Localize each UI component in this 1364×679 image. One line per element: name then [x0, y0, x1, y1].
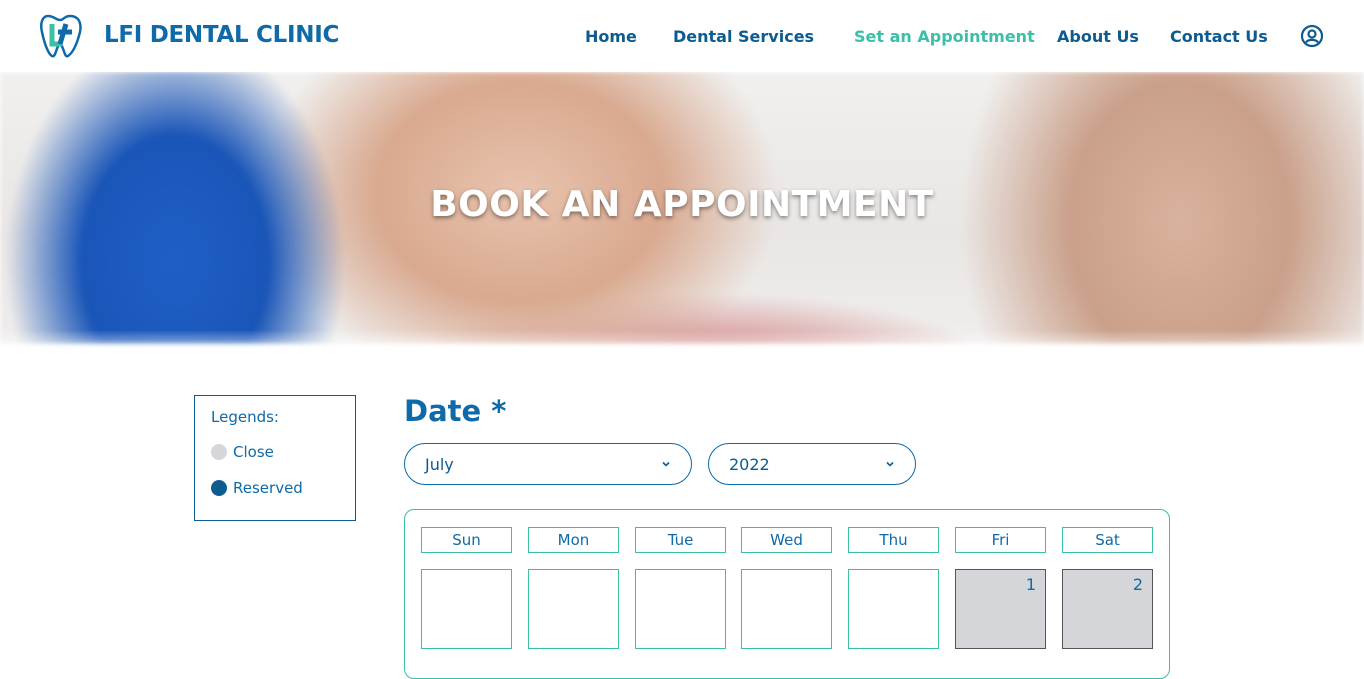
weekday-thu: Thu — [848, 527, 939, 553]
calendar-day-cell[interactable] — [528, 569, 619, 649]
legend-item-close: Close — [211, 443, 274, 461]
calendar-day-cell[interactable] — [635, 569, 726, 649]
weekday-sun: Sun — [421, 527, 512, 553]
close-dot-icon — [211, 444, 227, 460]
month-select-value: July — [425, 455, 454, 474]
calendar-day-cell[interactable] — [848, 569, 939, 649]
nav-about-us[interactable]: About Us — [1057, 27, 1139, 46]
calendar-day-2-closed[interactable]: 2 — [1062, 569, 1153, 649]
legend-label-reserved: Reserved — [233, 479, 303, 497]
chevron-down-icon — [886, 461, 894, 467]
nav-set-appointment[interactable]: Set an Appointment — [854, 27, 1035, 46]
legend-box: Legends: Close Reserved — [194, 395, 356, 521]
month-select[interactable]: July — [404, 443, 692, 485]
calendar-day-cell[interactable] — [421, 569, 512, 649]
page-title: BOOK AN APPOINTMENT — [430, 184, 934, 225]
chevron-down-icon — [662, 461, 670, 467]
weekday-fri: Fri — [955, 527, 1046, 553]
nav-dental-services[interactable]: Dental Services — [673, 27, 814, 46]
legend-item-reserved: Reserved — [211, 479, 303, 497]
date-label: Date * — [404, 394, 507, 428]
calendar-day-1-closed[interactable]: 1 — [955, 569, 1046, 649]
user-account-icon[interactable] — [1300, 24, 1324, 48]
nav-contact-us[interactable]: Contact Us — [1170, 27, 1268, 46]
year-select[interactable]: 2022 — [708, 443, 916, 485]
calendar-grid: Sun Mon Tue Wed Thu Fri Sat 1 2 — [404, 509, 1170, 679]
weekday-tue: Tue — [635, 527, 726, 553]
tooth-logo-icon[interactable] — [38, 10, 90, 62]
calendar-day-cell[interactable] — [741, 569, 832, 649]
weekday-wed: Wed — [741, 527, 832, 553]
brand-name[interactable]: LFI DENTAL CLINIC — [104, 22, 339, 48]
year-select-value: 2022 — [729, 455, 770, 474]
legend-title: Legends: — [211, 408, 279, 426]
reserved-dot-icon — [211, 480, 227, 496]
weekday-sat: Sat — [1062, 527, 1153, 553]
nav-home[interactable]: Home — [585, 27, 637, 46]
weekday-mon: Mon — [528, 527, 619, 553]
legend-label-close: Close — [233, 443, 274, 461]
hero-fade — [0, 330, 1364, 360]
site-header: LFI DENTAL CLINIC Home Dental Services S… — [0, 0, 1364, 72]
day-number: 1 — [1025, 575, 1036, 594]
day-number: 2 — [1132, 575, 1143, 594]
